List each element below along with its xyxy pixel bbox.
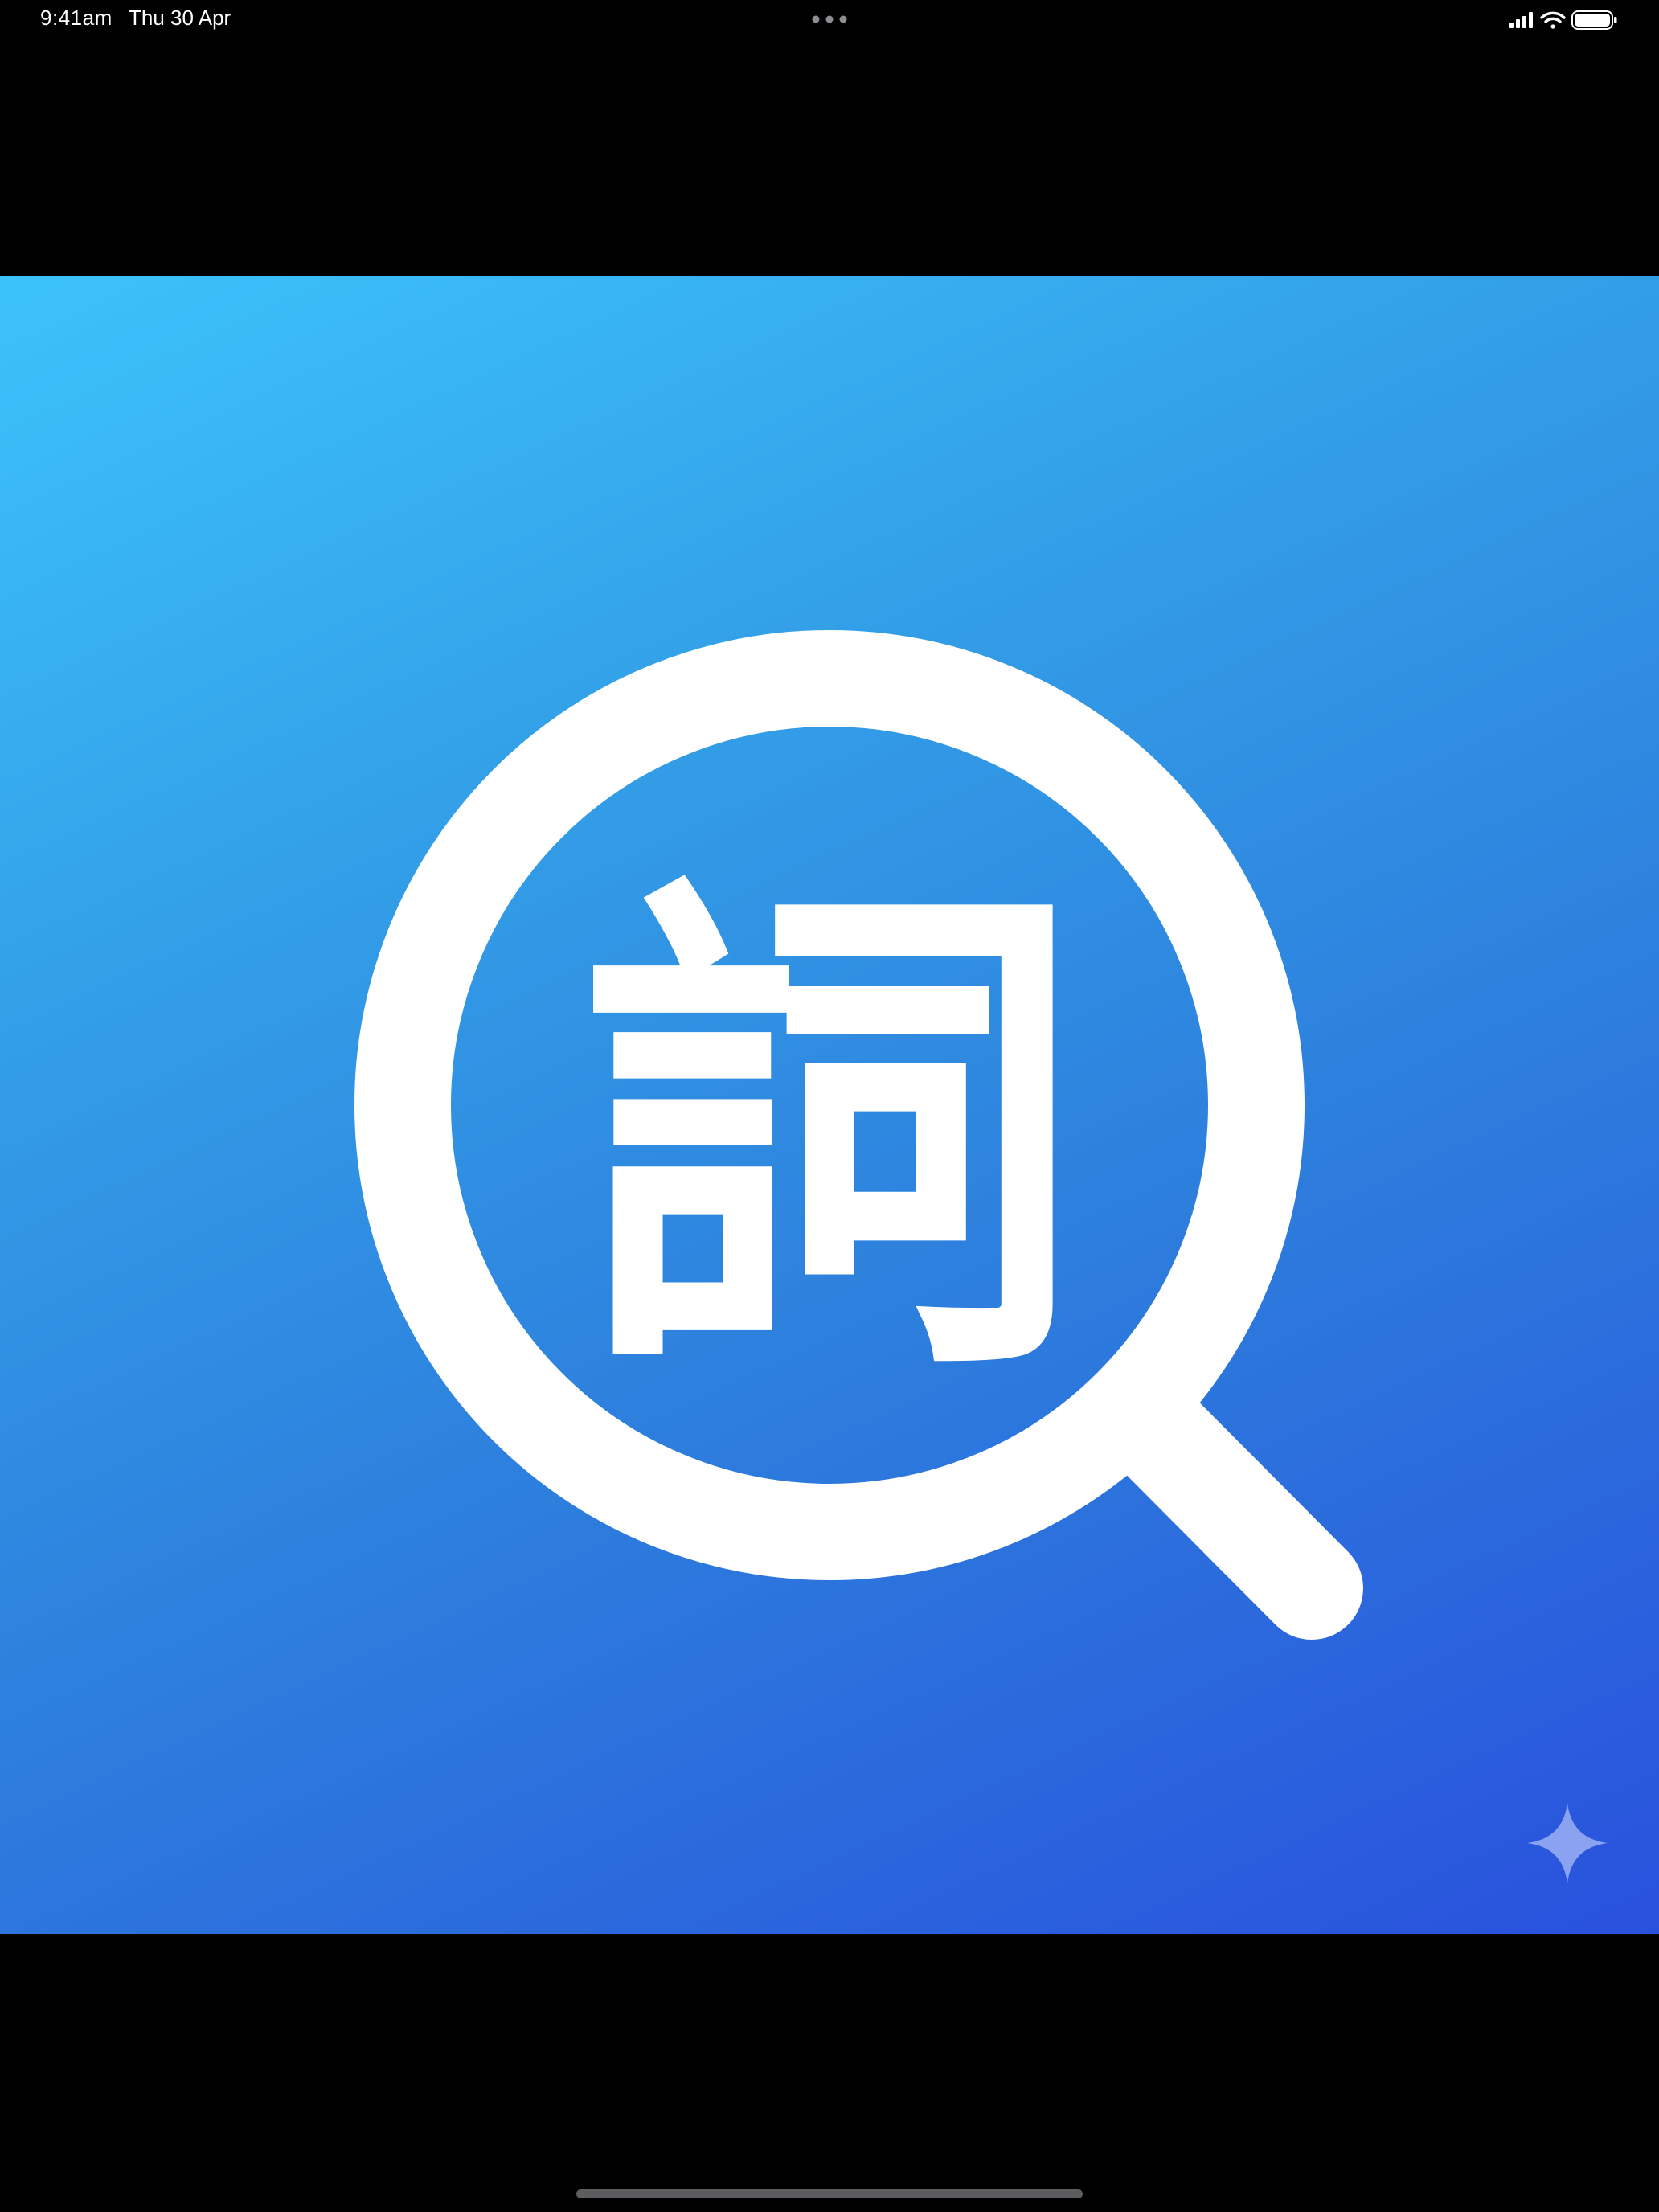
sparkle-icon xyxy=(1527,1803,1608,1883)
magnifying-glass-icon: 詞 xyxy=(354,630,1363,1640)
status-date: Thu 30 Apr xyxy=(129,6,231,30)
status-time: 9:41am xyxy=(40,6,113,30)
battery-icon xyxy=(1571,10,1617,30)
cellular-signal-icon xyxy=(1509,12,1533,28)
home-indicator[interactable] xyxy=(576,2189,1083,2198)
splash-screen: 詞 xyxy=(0,276,1659,1934)
status-bar: 9:41am Thu 30 Apr xyxy=(0,0,1659,39)
wifi-icon xyxy=(1540,11,1566,29)
status-icons xyxy=(1509,10,1617,30)
logo-glyph: 詞 xyxy=(576,842,1083,1432)
multitasking-dots-icon[interactable] xyxy=(812,15,847,23)
